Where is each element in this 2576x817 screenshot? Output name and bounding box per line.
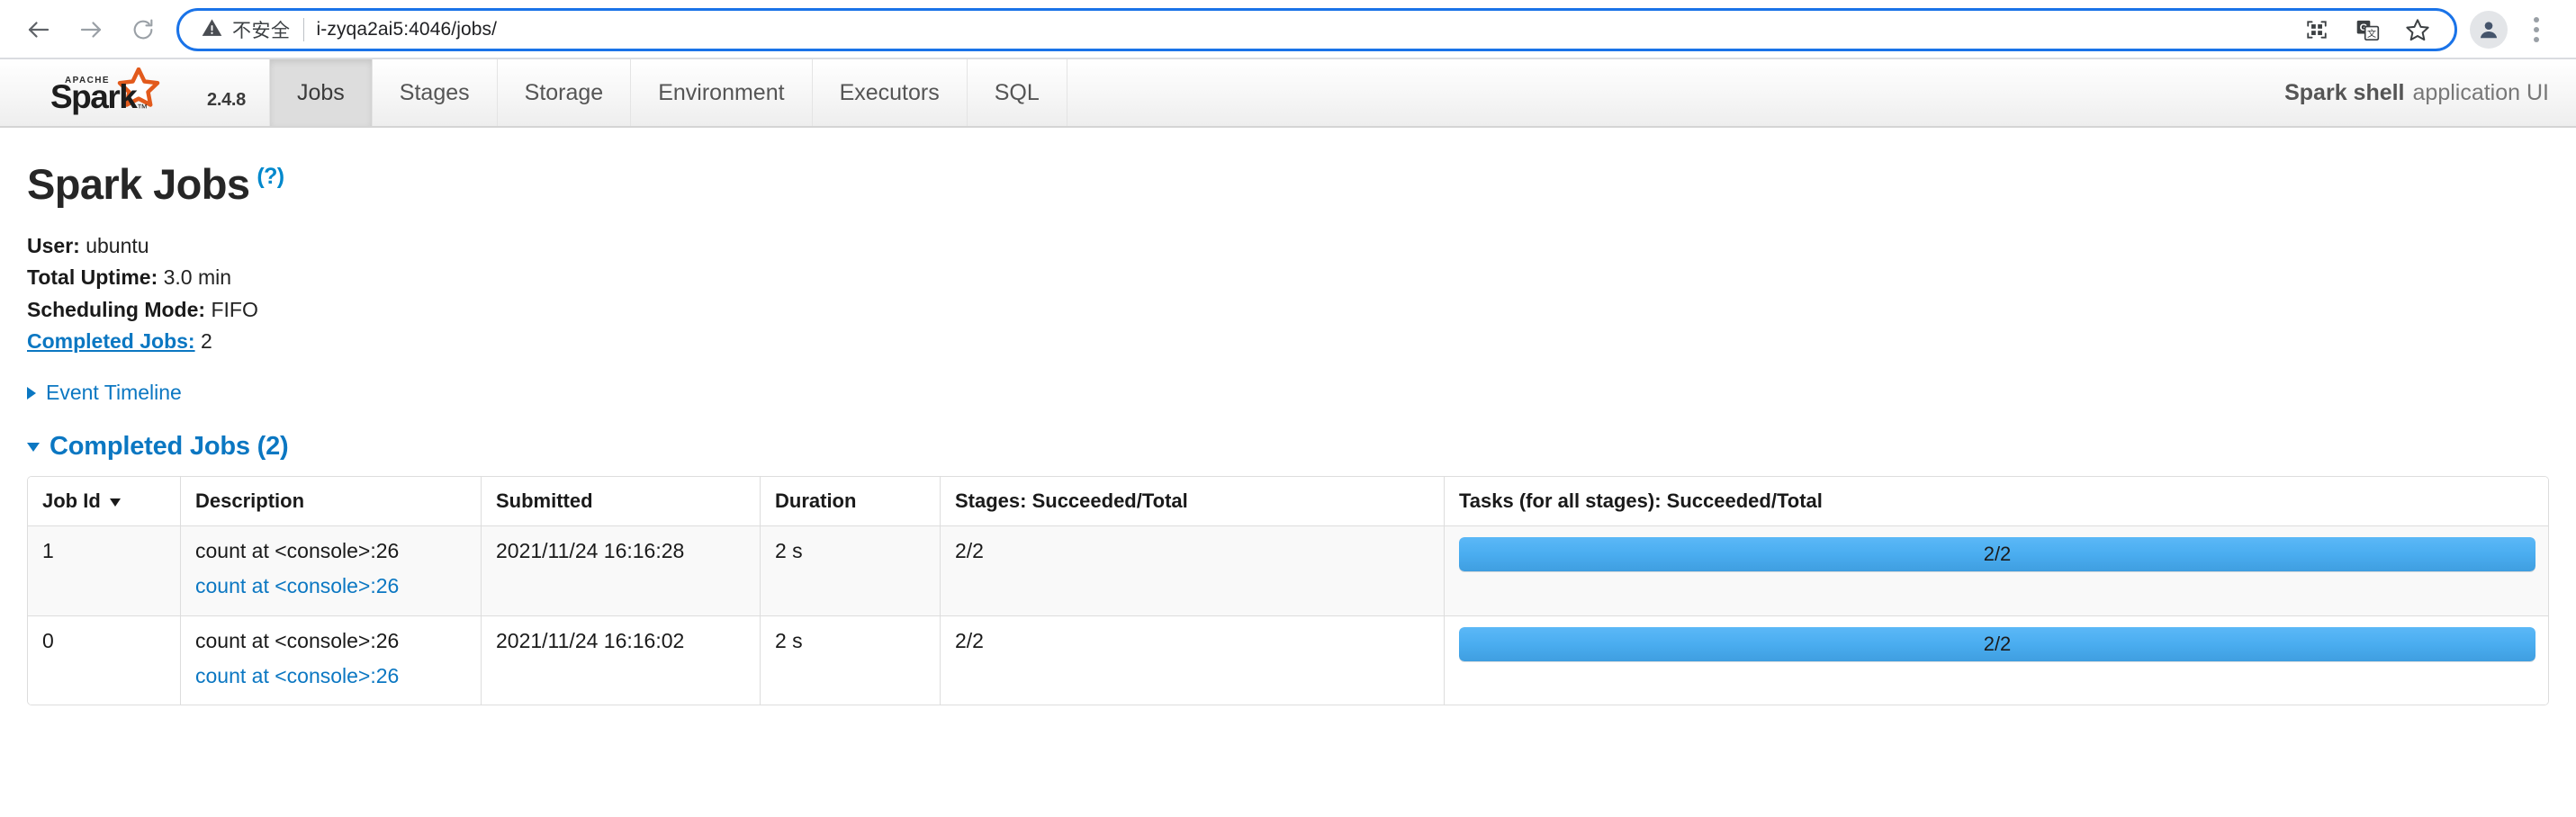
- cell-duration: 2 s: [761, 526, 941, 616]
- sort-desc-icon: [109, 498, 121, 507]
- table-body: 1 count at <console>:26 count at <consol…: [28, 526, 2548, 705]
- qr-code-icon[interactable]: [2301, 14, 2332, 45]
- kebab-menu-icon[interactable]: [2520, 10, 2553, 49]
- cell-description: count at <console>:26 count at <console>…: [181, 526, 482, 616]
- page-title-text: Spark Jobs: [27, 160, 250, 208]
- svg-text:™: ™: [137, 102, 148, 114]
- summary-user: User: ubuntu: [27, 230, 2549, 262]
- svg-text:文: 文: [2366, 27, 2375, 39]
- column-header-submitted[interactable]: Submitted: [482, 477, 761, 527]
- job-summary: User: ubuntu Total Uptime: 3.0 min Sched…: [27, 230, 2549, 357]
- url-input[interactable]: i-zyqa2ai5:4046/jobs/: [317, 19, 2302, 40]
- tab-sql[interactable]: SQL: [968, 59, 1067, 126]
- address-bar[interactable]: 不安全 i-zyqa2ai5:4046/jobs/ G文: [176, 8, 2457, 51]
- completed-jobs-heading: Completed Jobs (2): [50, 432, 289, 462]
- summary-scheduling-mode: Scheduling Mode: FIFO: [27, 294, 2549, 326]
- summary-user-value: ubuntu: [86, 234, 149, 258]
- summary-user-label: User:: [27, 234, 80, 258]
- application-title: Spark shell application UI: [2284, 59, 2576, 126]
- back-button[interactable]: [16, 7, 61, 52]
- reload-icon: [131, 17, 156, 42]
- page-content: Spark Jobs (?) User: ubuntu Total Uptime:…: [0, 128, 2576, 706]
- description-link[interactable]: count at <console>:26: [195, 662, 468, 691]
- table-head: Job Id Description Submitted Duration St…: [28, 477, 2548, 527]
- apache-spark-logo-icon: APACHE Spark ™: [43, 67, 194, 118]
- cell-tasks: 2/2: [1445, 615, 2548, 705]
- completed-jobs-table-wrapper: Job Id Description Submitted Duration St…: [27, 476, 2549, 706]
- summary-scheduling-mode-label: Scheduling Mode:: [27, 297, 206, 321]
- summary-completed-jobs: Completed Jobs: 2: [27, 326, 2549, 357]
- person-avatar-icon[interactable]: [2470, 11, 2508, 49]
- warning-triangle-icon: [201, 16, 223, 43]
- tab-environment[interactable]: Environment: [631, 59, 813, 126]
- application-name: Spark shell: [2284, 79, 2405, 105]
- event-timeline-toggle[interactable]: Event Timeline: [27, 381, 182, 405]
- tab-stages[interactable]: Stages: [373, 59, 498, 126]
- arrow-right-icon: [77, 16, 104, 43]
- reload-button[interactable]: [121, 7, 166, 52]
- cell-stages: 2/2: [941, 615, 1445, 705]
- browser-toolbar: 不安全 i-zyqa2ai5:4046/jobs/ G文: [0, 0, 2576, 59]
- summary-uptime-value: 3.0 min: [163, 265, 232, 290]
- description-text: count at <console>:26: [195, 539, 400, 563]
- tasks-progress-bar: 2/2: [1459, 537, 2535, 572]
- column-header-tasks[interactable]: Tasks (for all stages): Succeeded/Total: [1445, 477, 2548, 527]
- description-text: count at <console>:26: [195, 628, 400, 652]
- cell-duration: 2 s: [761, 615, 941, 705]
- column-header-description[interactable]: Description: [181, 477, 482, 527]
- tasks-progress-bar: 2/2: [1459, 626, 2535, 661]
- completed-jobs-table: Job Id Description Submitted Duration St…: [27, 476, 2549, 706]
- help-link[interactable]: (?): [257, 164, 284, 189]
- cell-submitted: 2021/11/24 16:16:28: [482, 526, 761, 616]
- chevron-down-icon: [27, 442, 40, 452]
- svg-text:Spark: Spark: [50, 78, 138, 115]
- completed-jobs-toggle[interactable]: Completed Jobs (2): [27, 432, 289, 462]
- cell-job-id: 0: [28, 615, 181, 705]
- tab-executors[interactable]: Executors: [813, 59, 968, 126]
- summary-completed-jobs-link[interactable]: Completed Jobs:: [27, 329, 195, 353]
- summary-scheduling-mode-value: FIFO: [211, 297, 258, 321]
- column-header-duration[interactable]: Duration: [761, 477, 941, 527]
- cell-stages: 2/2: [941, 526, 1445, 616]
- spark-brand[interactable]: APACHE Spark ™ 2.4.8: [0, 59, 269, 126]
- column-header-stages[interactable]: Stages: Succeeded/Total: [941, 477, 1445, 527]
- table-header-row: Job Id Description Submitted Duration St…: [28, 477, 2548, 527]
- table-row: 1 count at <console>:26 count at <consol…: [28, 526, 2548, 616]
- omnibox-actions: G文: [2301, 14, 2447, 45]
- summary-uptime: Total Uptime: 3.0 min: [27, 262, 2549, 293]
- spark-nav-tabs: Jobs Stages Storage Environment Executor…: [268, 59, 1067, 126]
- omnibox-divider: [302, 18, 304, 41]
- summary-completed-jobs-value: 2: [200, 329, 212, 354]
- tasks-progress-label: 2/2: [1983, 632, 2012, 655]
- browser-nav-buttons: [16, 7, 166, 52]
- cell-description: count at <console>:26 count at <console>…: [181, 615, 482, 705]
- tab-jobs[interactable]: Jobs: [268, 59, 373, 126]
- browser-right-actions: [2470, 10, 2553, 49]
- summary-uptime-label: Total Uptime:: [27, 265, 158, 290]
- tab-storage[interactable]: Storage: [498, 59, 632, 126]
- column-header-job-id[interactable]: Job Id: [28, 477, 181, 527]
- security-label: 不安全: [232, 21, 291, 41]
- chevron-right-icon: [27, 386, 36, 400]
- spark-version-label: 2.4.8: [207, 89, 246, 110]
- table-row: 0 count at <console>:26 count at <consol…: [28, 615, 2548, 705]
- page-title: Spark Jobs (?): [27, 160, 2549, 209]
- site-security-chip[interactable]: 不安全: [201, 16, 303, 43]
- application-title-suffix: application UI: [2412, 79, 2549, 105]
- arrow-left-icon: [25, 16, 52, 43]
- star-outline-icon[interactable]: [2402, 14, 2433, 45]
- forward-button[interactable]: [68, 7, 113, 52]
- cell-job-id: 1: [28, 526, 181, 616]
- cell-tasks: 2/2: [1445, 526, 2548, 616]
- translate-icon[interactable]: G文: [2352, 14, 2382, 45]
- tasks-progress-label: 2/2: [1983, 543, 2012, 566]
- cell-submitted: 2021/11/24 16:16:02: [482, 615, 761, 705]
- column-header-job-id-label: Job Id: [42, 489, 101, 513]
- event-timeline-label: Event Timeline: [46, 381, 182, 405]
- description-link[interactable]: count at <console>:26: [195, 572, 468, 601]
- spark-navbar: APACHE Spark ™ 2.4.8 Jobs Stages Storage…: [0, 59, 2576, 128]
